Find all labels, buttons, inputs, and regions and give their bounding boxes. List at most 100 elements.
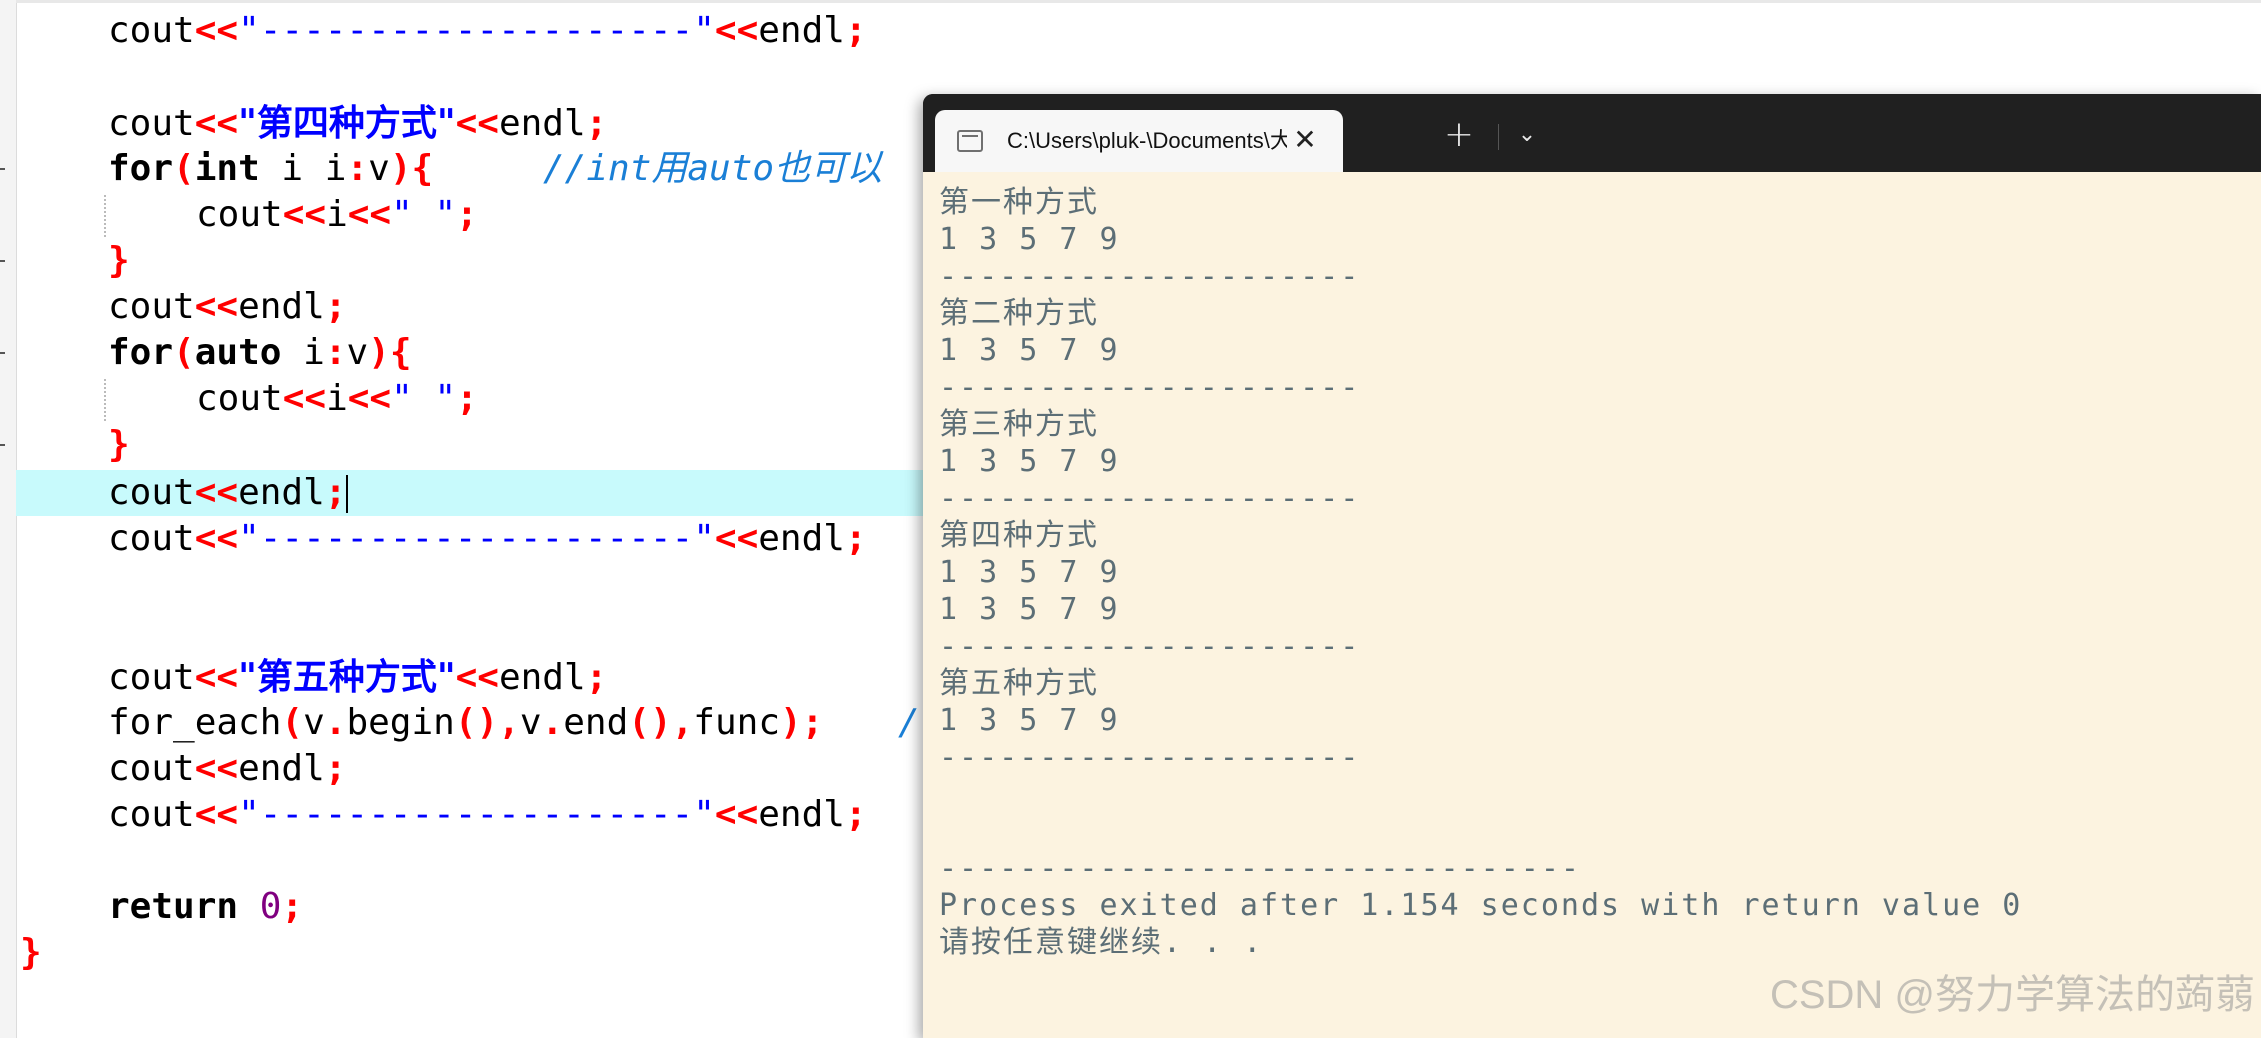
output-line: 第二种方式	[939, 296, 1099, 331]
code-line[interactable]: cout<<"--------------------"<<endl;	[108, 516, 867, 562]
code-token: ;	[585, 657, 608, 698]
code-line-current[interactable]: cout<<endl;	[108, 470, 349, 516]
code-token: endl	[238, 748, 325, 789]
code-token: {	[389, 332, 412, 373]
code-token: endl	[498, 657, 586, 698]
code-token: <<	[455, 103, 499, 144]
fold-marker[interactable]	[0, 444, 5, 446]
code-token: <<	[282, 378, 327, 419]
code-line[interactable]: for(int i i:v){	[108, 146, 433, 192]
code-line[interactable]: cout<<"第五种方式"<<endl;	[108, 654, 607, 700]
code-token: v	[346, 332, 369, 373]
code-token: ;	[324, 472, 347, 513]
code-token: "第五种方式"	[238, 656, 456, 698]
code-token: int	[194, 148, 260, 189]
code-token: <<	[194, 748, 239, 789]
code-line[interactable]: cout<<i<<" ";	[196, 192, 478, 238]
close-icon[interactable]: ✕	[1285, 110, 1325, 172]
code-token: cout	[196, 378, 283, 419]
code-comment: //int用auto也可以	[543, 148, 883, 189]
code-token: begin	[346, 702, 455, 743]
code-token: .	[541, 702, 564, 743]
code-token: {	[411, 148, 434, 189]
code-token: cout	[108, 748, 195, 789]
terminal-icon	[957, 130, 983, 152]
console-titlebar[interactable]: C:\Users\pluk-\Documents\大 ✕ + ⌄	[923, 94, 2261, 172]
code-token: end	[563, 702, 629, 743]
code-token: endl	[238, 472, 325, 513]
fold-marker[interactable]	[0, 352, 5, 354]
code-line[interactable]: for_each(v.begin(),v.end(),func);	[108, 700, 823, 746]
code-line[interactable]: cout<<endl;	[108, 746, 346, 792]
console-window[interactable]: C:\Users\pluk-\Documents\大 ✕ + ⌄ 第一种方式 1…	[923, 94, 2261, 1038]
code-token: <<	[282, 194, 327, 235]
output-line: 1 3 5 7 9	[939, 222, 1120, 257]
code-line[interactable]: }	[20, 930, 42, 976]
new-tab-button[interactable]: +	[1435, 112, 1483, 160]
code-line[interactable]: }	[108, 422, 130, 468]
code-token: <<	[714, 10, 759, 51]
code-token: cout	[108, 472, 195, 513]
code-token: ;	[324, 286, 347, 327]
code-token: endl	[238, 286, 325, 327]
code-token: v	[519, 702, 542, 743]
watermark: CSDN @努力学算法的蒟蒻	[1769, 973, 2255, 1017]
output-line: 第五种方式	[939, 666, 1099, 701]
code-line[interactable]: }	[108, 238, 130, 284]
code-token: i	[303, 148, 347, 189]
code-token: <<	[714, 518, 759, 559]
code-line[interactable]: cout<<"--------------------"<<endl;	[108, 792, 867, 838]
code-token: <<	[194, 518, 239, 559]
code-token: cout	[108, 10, 195, 51]
code-token: cout	[196, 194, 283, 235]
code-token: v	[368, 148, 390, 189]
code-token: " "	[391, 378, 457, 419]
code-token: i	[326, 194, 348, 235]
code-line[interactable]: cout<<"--------------------"<<endl;	[108, 8, 867, 54]
code-token: <<	[194, 103, 239, 144]
code-token: for	[108, 332, 174, 373]
code-token: ;	[844, 518, 867, 559]
console-tab[interactable]: C:\Users\pluk-\Documents\大 ✕	[935, 110, 1343, 172]
fold-marker[interactable]	[0, 168, 5, 170]
code-line[interactable]: cout<<"第四种方式"<<endl;	[108, 100, 607, 146]
tab-title: C:\Users\pluk-\Documents\大	[1007, 128, 1287, 153]
output-line: --------------------------------	[939, 851, 1581, 886]
code-token: <<	[714, 794, 759, 835]
output-line: 1 3 5 7 9	[939, 592, 1120, 627]
code-token: <<	[194, 472, 239, 513]
output-line: 1 3 5 7 9	[939, 555, 1120, 590]
code-line[interactable]: cout<<endl;	[108, 284, 346, 330]
code-token: ;	[844, 10, 867, 51]
code-token: " "	[391, 194, 457, 235]
console-output[interactable]: 第一种方式 1 3 5 7 9 --------------------- 第二…	[923, 172, 2261, 1038]
code-token: 0	[259, 886, 282, 927]
code-token: i	[259, 148, 304, 189]
code-token: (),	[628, 702, 694, 743]
indent-guide	[104, 379, 106, 421]
code-token: ;	[844, 794, 867, 835]
code-line[interactable]: cout<<i<<" ";	[196, 376, 478, 422]
output-line: 第三种方式	[939, 407, 1099, 442]
code-token: i	[326, 378, 348, 419]
output-line: ---------------------	[939, 259, 1361, 294]
output-line: 请按任意键继续. . .	[939, 925, 1264, 960]
output-line: 1 3 5 7 9	[939, 333, 1120, 368]
fold-marker[interactable]	[0, 260, 5, 262]
output-line: ---------------------	[939, 629, 1361, 664]
code-line[interactable]: return 0;	[108, 884, 303, 930]
code-token: for_each	[108, 702, 282, 743]
output-line: 1 3 5 7 9	[939, 703, 1120, 738]
editor-top-border	[16, 0, 2261, 3]
output-line: ---------------------	[939, 370, 1361, 405]
code-token: <<	[347, 194, 392, 235]
chevron-down-icon[interactable]: ⌄	[1503, 112, 1551, 160]
output-line: ---------------------	[939, 481, 1361, 516]
output-line: 第一种方式	[939, 185, 1099, 220]
code-token: v	[303, 702, 325, 743]
code-line[interactable]: for(auto i:v){	[108, 330, 412, 376]
code-token: func	[693, 702, 780, 743]
code-token: ;	[456, 194, 478, 235]
text-cursor	[346, 475, 349, 513]
